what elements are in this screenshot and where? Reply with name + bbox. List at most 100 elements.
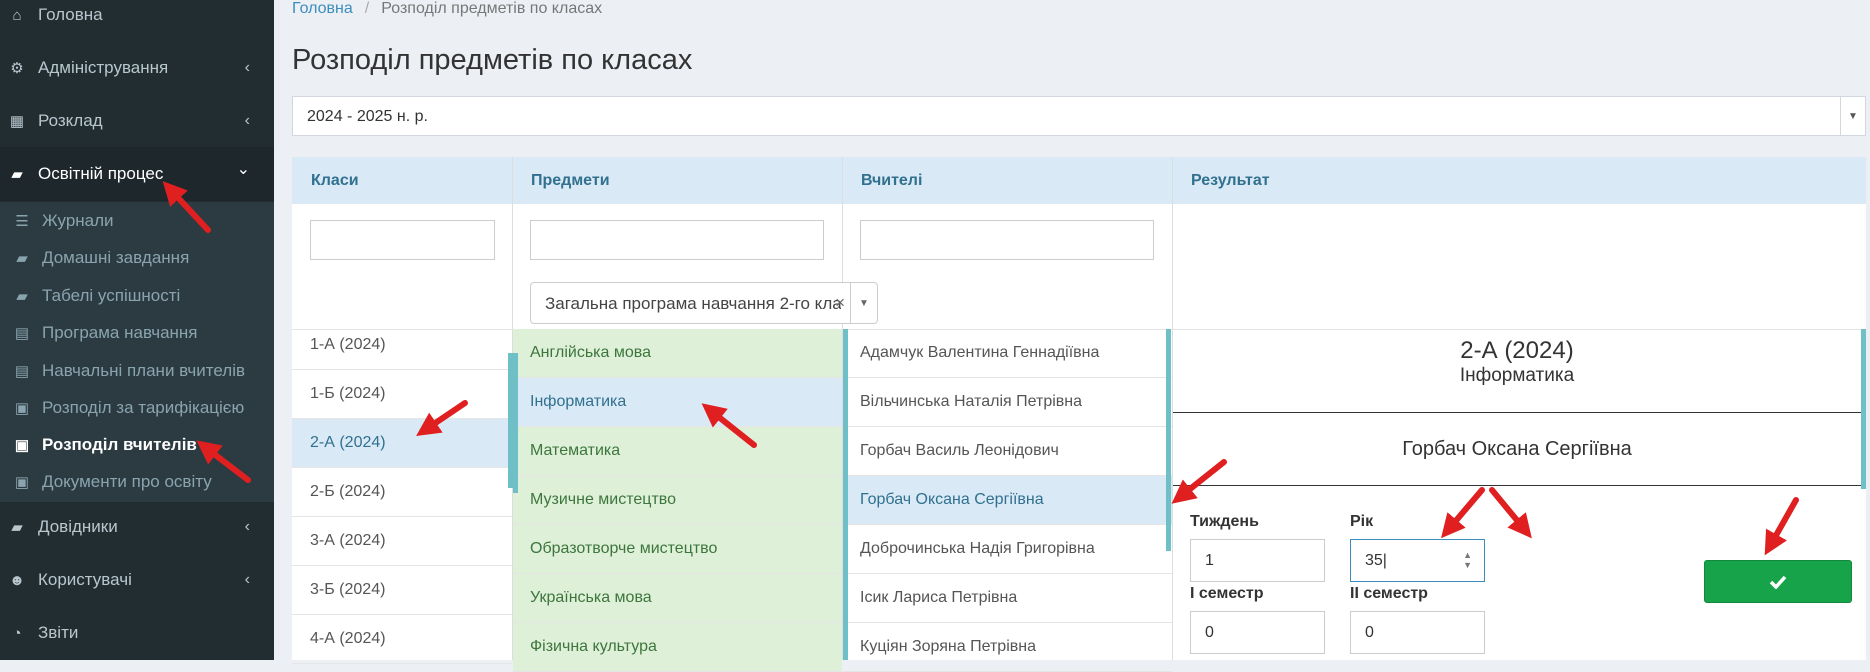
chevron-left-icon: ‹	[244, 518, 250, 535]
sidebar-item-home[interactable]: ⌂ Головна	[0, 0, 274, 42]
sidebar-item-journals[interactable]: ☰ Журнали	[0, 202, 274, 239]
page-title: Розподіл предметів по класах	[292, 44, 693, 76]
teacher-row[interactable]: Адамчук Валентина Геннадіївна	[843, 329, 1172, 378]
sidebar-item-homework[interactable]: ▰ Домашні завдання	[0, 239, 274, 276]
semester2-hours-label: ІІ семестр	[1350, 585, 1428, 602]
sidebar-item-label: Табелі успішності	[42, 285, 181, 305]
result-summary: 2-А (2024) Інформатика	[1173, 337, 1861, 387]
subject-row-selected[interactable]: Інформатика	[513, 378, 842, 427]
subject-row[interactable]: Фізична культура	[513, 623, 842, 672]
clear-icon[interactable]: ×	[835, 293, 845, 313]
week-hours-input[interactable]: 1	[1190, 539, 1325, 582]
sidebar-item-label: Звіти	[38, 623, 79, 642]
teacher-row[interactable]: Вільчинська Наталія Петрівна	[843, 378, 1172, 427]
academic-year-select[interactable]: 2024 - 2025 н. р. ▼	[292, 96, 1866, 136]
breadcrumb-separator: /	[364, 0, 370, 17]
caret-down-icon[interactable]: ▼	[1840, 97, 1865, 135]
year-hours-label: Рік	[1350, 513, 1374, 530]
sidebar-item-education-documents[interactable]: ▣ Документи про освіту	[0, 463, 274, 500]
teachers-scrollbar[interactable]	[843, 329, 848, 660]
teacher-row[interactable]: Ісик Лариса Петрівна	[843, 574, 1172, 623]
spinner-icon[interactable]: ▲ ▼	[1463, 550, 1472, 570]
teacher-row[interactable]: Куціян Зоряна Петрівна	[843, 623, 1172, 672]
sidebar-item-label: Розклад	[38, 111, 103, 130]
sidebar-item-label: Головна	[38, 5, 103, 24]
book-icon: ▰	[11, 519, 23, 536]
subject-row[interactable]: Образотворче мистецтво	[513, 525, 842, 574]
sidebar-item-administration[interactable]: ⚙ Адміністрування ‹	[0, 41, 274, 95]
calendar-icon: ▦	[9, 113, 25, 130]
class-row[interactable]: 2-Б (2024)	[292, 468, 512, 517]
book-icon: ▰	[11, 166, 23, 183]
sidebar-item-label: Журнали	[42, 210, 114, 230]
sidebar-item-label: Користувачі	[38, 570, 132, 589]
id-card-icon: ▣	[14, 399, 30, 417]
sidebar-item-educational-process[interactable]: ▰ Освітній процес ⌄	[0, 147, 274, 201]
curriculum-select-value: Загальна програма навчання 2-го класу	[545, 294, 841, 313]
sidebar-item-label: Освітній процес	[38, 164, 164, 183]
sidebar-item-label: Документи про освіту	[42, 471, 212, 491]
sidebar-item-report-cards[interactable]: ▰ Табелі успішності	[0, 277, 274, 314]
curriculum-select[interactable]: Загальна програма навчання 2-го класу × …	[530, 282, 878, 324]
users-icon: ☻	[9, 571, 25, 589]
submenu: ☰ Журнали ▰ Домашні завдання ▰ Табелі ус…	[0, 202, 274, 502]
chevron-down-icon: ⌄	[236, 161, 250, 178]
subject-row[interactable]: Англійська мова	[513, 329, 842, 378]
class-row[interactable]: 1-Б (2024)	[292, 370, 512, 419]
year-hours-value: 35	[1365, 551, 1383, 569]
book-icon: ▰	[16, 249, 28, 267]
subject-row[interactable]: Українська мова	[513, 574, 842, 623]
sidebar-item-teacher-plans[interactable]: ▤ Навчальні плани вчителів	[0, 352, 274, 389]
confirm-button[interactable]	[1704, 560, 1852, 603]
year-hours-input[interactable]: 35 | ▲ ▼	[1350, 539, 1485, 582]
check-icon	[1769, 575, 1787, 589]
column-header-teachers: Вчителі	[861, 171, 923, 189]
semester2-hours-input[interactable]: 0	[1350, 611, 1485, 654]
sidebar-item-tariff-distribution[interactable]: ▣ Розподіл за тарифікацією	[0, 389, 274, 426]
caret-down-icon[interactable]: ▼	[850, 283, 877, 323]
subject-row[interactable]: Музичне мистецтво	[513, 476, 842, 525]
class-row[interactable]: 3-А (2024)	[292, 517, 512, 566]
breadcrumb-home-link[interactable]: Головна	[292, 0, 353, 17]
subjects-scrollbar[interactable]	[513, 353, 518, 493]
sidebar-item-users[interactable]: ☻ Користувачі ‹	[0, 553, 274, 607]
class-row-selected[interactable]: 2-А (2024)	[292, 419, 512, 468]
chevron-left-icon: ‹	[244, 571, 250, 588]
sidebar-item-directories[interactable]: ▰ Довідники ‹	[0, 500, 274, 554]
main-content: Головна / Розподіл предметів по класах Роз…	[274, 0, 1870, 672]
sidebar-item-curriculum[interactable]: ▤ Програма навчання	[0, 314, 274, 351]
sidebar-item-reports[interactable]: ◔ Звіти	[0, 606, 274, 660]
result-teacher: Горбач Оксана Сергіївна	[1402, 438, 1632, 460]
column-header-classes: Класи	[311, 171, 359, 189]
sidebar-item-schedule[interactable]: ▦ Розклад ‹	[0, 94, 274, 148]
semester1-hours-input[interactable]: 0	[1190, 611, 1325, 654]
teacher-row[interactable]: Горбач Василь Леонідович	[843, 427, 1172, 476]
column-header-result: Результат	[1191, 171, 1270, 189]
breadcrumb-current: Розподіл предметів по класах	[381, 0, 603, 17]
list-alt-icon: ▤	[14, 324, 30, 342]
classes-filter-input[interactable]	[310, 220, 495, 260]
semester1-hours-label: І семестр	[1190, 585, 1264, 602]
sidebar: ⌂ Головна ⚙ Адміністрування ‹ ▦ Розклад …	[0, 0, 274, 660]
result-class: 2-А (2024)	[1460, 337, 1574, 364]
home-icon: ⌂	[12, 6, 22, 24]
teachers-filter-input[interactable]	[860, 220, 1154, 260]
sidebar-item-label: Розподіл вчителів	[42, 434, 197, 454]
sidebar-item-label: Адміністрування	[38, 58, 169, 77]
subjects-filter-input[interactable]	[530, 220, 824, 260]
result-divider	[1173, 485, 1861, 486]
table-header: Класи Предмети Вчителі Результат	[292, 157, 1866, 204]
teachers-scrollbar-right[interactable]	[1166, 329, 1171, 551]
result-scrollbar[interactable]	[1861, 329, 1866, 489]
academic-year-value: 2024 - 2025 н. р.	[307, 108, 428, 125]
sidebar-item-teacher-distribution[interactable]: ▣ Розподіл вчителів	[0, 426, 274, 463]
class-row[interactable]: 4-А (2024)	[292, 615, 512, 664]
teacher-row-selected[interactable]: Горбач Оксана Сергіївна	[843, 476, 1172, 525]
subject-row[interactable]: Математика	[513, 427, 842, 476]
teacher-row[interactable]: Доброчинська Надія Григорівна	[843, 525, 1172, 574]
class-row[interactable]: 3-Б (2024)	[292, 566, 512, 615]
breadcrumb: Головна / Розподіл предметів по класах	[292, 0, 602, 18]
class-row[interactable]: 1-А (2024)	[292, 321, 512, 370]
week-hours-label: Тиждень	[1190, 513, 1259, 530]
book-icon: ▰	[16, 287, 28, 305]
